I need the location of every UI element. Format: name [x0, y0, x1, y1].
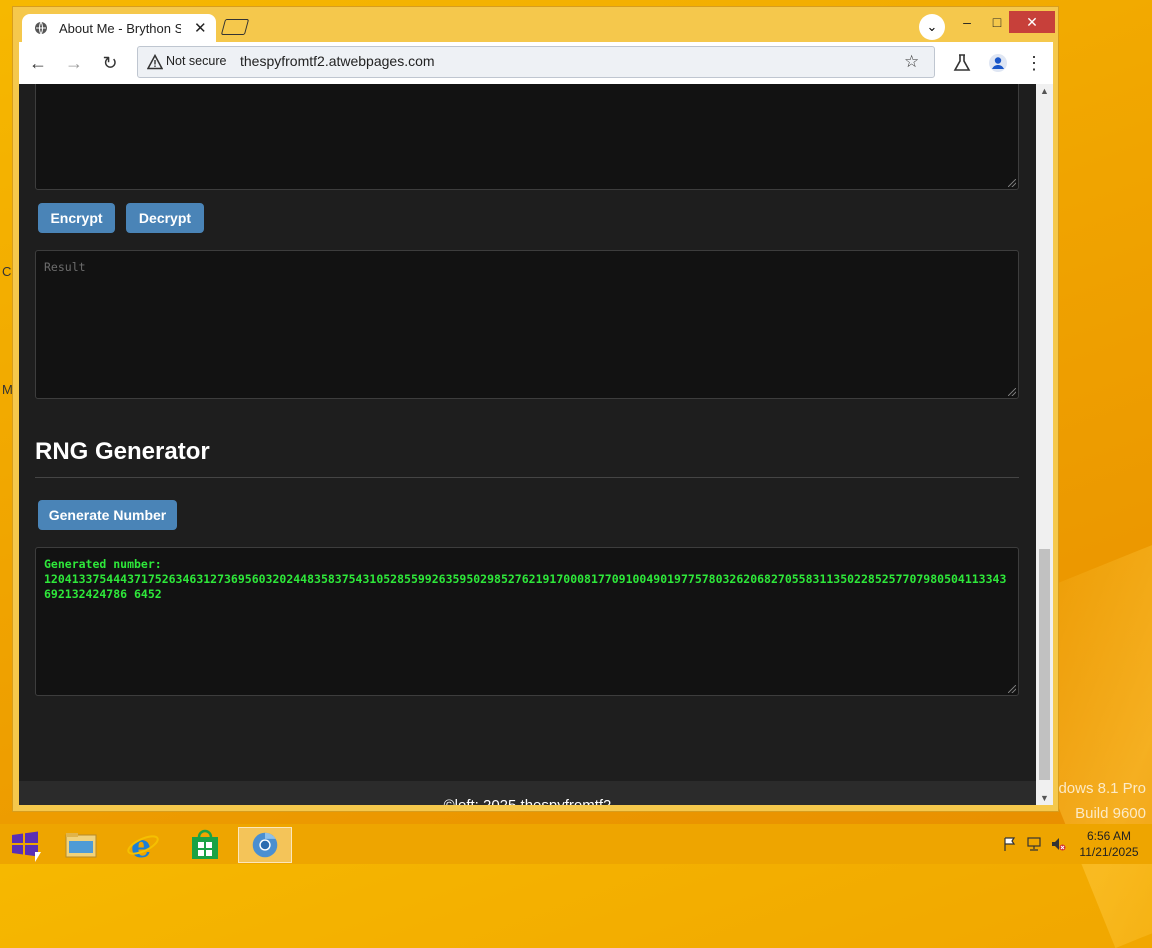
- page-scrollbar[interactable]: ▲ ▼: [1036, 84, 1053, 805]
- page-viewport: Encrypt Decrypt Result RNG Generator Gen…: [19, 84, 1036, 805]
- back-arrow-icon[interactable]: ←: [27, 52, 49, 74]
- forward-arrow-icon[interactable]: →: [63, 52, 85, 74]
- profile-avatar-icon[interactable]: [987, 52, 1009, 74]
- taskbar-clock[interactable]: 6:56 AM 11/21/2025: [1074, 828, 1144, 860]
- scroll-down-arrow-icon[interactable]: ▼: [1040, 793, 1049, 803]
- resize-grip-icon[interactable]: [1008, 179, 1016, 187]
- resize-grip-icon[interactable]: [1008, 685, 1016, 693]
- warning-icon[interactable]: [147, 54, 163, 70]
- tab-search-chevron-icon[interactable]: ⌄: [919, 14, 945, 40]
- close-window-button[interactable]: ✕: [1009, 11, 1055, 33]
- input-textarea[interactable]: [35, 84, 1019, 190]
- network-icon[interactable]: [1026, 836, 1042, 852]
- svg-text:e: e: [131, 827, 151, 863]
- generate-number-button[interactable]: Generate Number: [38, 500, 177, 530]
- encrypt-button[interactable]: Encrypt: [38, 203, 115, 233]
- taskbar: e 6:56 AM 11/21/2025: [0, 824, 1152, 864]
- rng-output-text: Generated number: 1204133754443717526346…: [44, 557, 1007, 601]
- browser-titlebar: About Me - Brython Sit ✕ ⌄ – □ ✕: [13, 7, 1058, 43]
- browser-window: About Me - Brython Sit ✕ ⌄ – □ ✕ ← → ↻ N…: [12, 6, 1059, 812]
- bookmark-star-icon[interactable]: ☆: [904, 52, 919, 72]
- security-status-label[interactable]: Not secure: [166, 54, 226, 68]
- windows-watermark-edition: dows 8.1 Pro: [1058, 780, 1146, 797]
- chrome-icon[interactable]: [238, 827, 292, 863]
- page-footer: ©left; 2025 thespyfromtf2: [19, 781, 1036, 805]
- url-text[interactable]: thespyfromtf2.atwebpages.com: [240, 53, 435, 69]
- scrollbar-thumb[interactable]: [1039, 549, 1050, 780]
- address-bar[interactable]: Not secure thespyfromtf2.atwebpages.com …: [137, 46, 935, 78]
- tab-title: About Me - Brython Sit: [59, 21, 181, 36]
- section-divider: [35, 477, 1019, 478]
- scroll-up-arrow-icon[interactable]: ▲: [1040, 86, 1049, 96]
- mouse-cursor-icon: [35, 852, 41, 862]
- resize-grip-icon[interactable]: [1008, 388, 1016, 396]
- internet-explorer-icon[interactable]: e: [116, 827, 170, 863]
- tab-close-icon[interactable]: ✕: [194, 19, 207, 37]
- windows-watermark-build: Build 9600: [1075, 805, 1146, 822]
- file-explorer-icon[interactable]: [54, 827, 108, 863]
- globe-icon: [35, 21, 47, 35]
- action-center-flag-icon[interactable]: [1002, 836, 1018, 852]
- footer-copyright: ©left; 2025 thespyfromtf2: [19, 797, 1036, 805]
- store-icon[interactable]: [178, 827, 232, 863]
- browser-tab-active[interactable]: About Me - Brython Sit ✕: [22, 14, 216, 43]
- result-textarea[interactable]: Result: [35, 250, 1019, 399]
- rng-output-textarea[interactable]: Generated number: 1204133754443717526346…: [35, 547, 1019, 696]
- desktop-edge-label-1: C: [2, 264, 12, 279]
- decrypt-button[interactable]: Decrypt: [126, 203, 204, 233]
- volume-muted-icon[interactable]: [1050, 836, 1066, 852]
- maximize-button[interactable]: □: [985, 11, 1009, 33]
- clock-time: 6:56 AM: [1086, 829, 1132, 843]
- browser-toolbar: ← → ↻ Not secure thespyfromtf2.atwebpage…: [19, 42, 1053, 84]
- rng-heading: RNG Generator: [35, 438, 210, 465]
- labs-flask-icon[interactable]: [951, 52, 973, 74]
- new-tab-button[interactable]: [220, 19, 250, 35]
- minimize-button[interactable]: –: [955, 11, 979, 33]
- clock-date: 11/21/2025: [1079, 845, 1139, 859]
- browser-menu-icon[interactable]: ⋮: [1023, 52, 1045, 74]
- reload-icon[interactable]: ↻: [99, 52, 121, 74]
- result-placeholder: Result: [44, 260, 86, 274]
